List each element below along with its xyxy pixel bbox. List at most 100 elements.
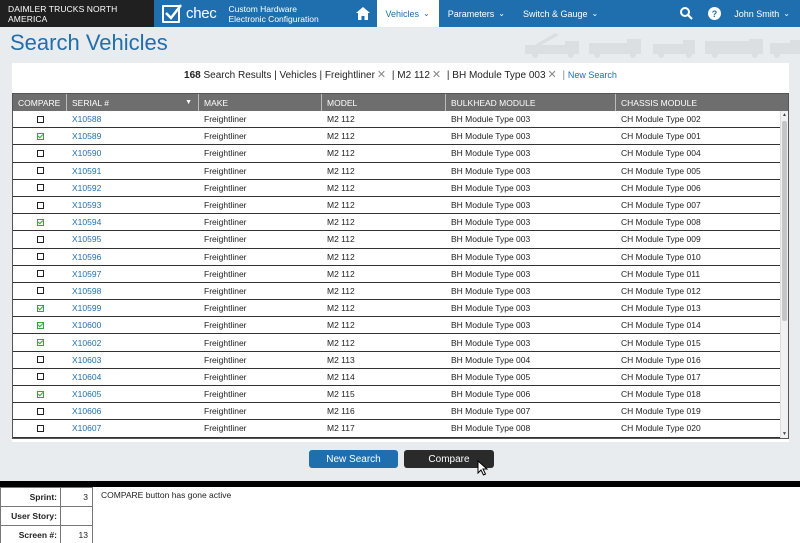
compare-cell [13,184,67,192]
table-row[interactable]: X10602 Freightliner M2 112 BH Module Type 0… [13,334,788,352]
compare-checkbox[interactable] [36,253,44,261]
app-logo[interactable]: chec Custom Hardware Electronic Configur… [154,0,347,27]
table-row[interactable]: X10604 Freightliner M2 114 BH Module Type 0… [13,369,788,386]
model-cell: M2 112 [327,303,355,314]
scroll-thumb[interactable] [782,121,787,321]
make-cell: Freightliner [204,251,247,262]
compare-checkbox[interactable] [36,201,44,209]
serial-link[interactable]: X10599 [67,303,199,313]
table-row[interactable]: X10607 Freightliner M2 117 BH Module Type 0… [13,420,788,438]
table-row[interactable]: X10605 Freightliner M2 115 BH Module Type 0… [13,386,788,404]
help-button[interactable]: ? [700,0,728,27]
new-search-button[interactable]: New Search [309,450,398,468]
compare-checkbox[interactable] [36,424,44,432]
chassis-cell: CH Module Type 014 [621,320,701,331]
compare-checkbox[interactable] [36,321,44,329]
table-row[interactable]: X10588 Freightliner M2 112 BH Module Type 0… [13,111,788,129]
compare-checkbox[interactable] [36,356,44,364]
new-search-link[interactable]: New Search [568,70,617,80]
close-icon[interactable]: ✕ [377,69,386,81]
table-row[interactable]: X10591 Freightliner M2 112 BH Module Type 0… [13,163,788,180]
bulkhead-cell: BH Module Type 003 [451,217,531,228]
table-row[interactable]: X10594 Freightliner M2 112 BH Module Type 0… [13,214,788,232]
compare-checkbox[interactable] [36,373,44,381]
model-cell: M2 112 [327,234,355,245]
compare-checkbox[interactable] [36,132,44,140]
serial-link[interactable]: X10589 [67,131,199,141]
table-row[interactable]: X10603 Freightliner M2 113 BH Module Type 0… [13,352,788,369]
search-summary: 168 Search Results | Vehicles | Freightl… [184,69,617,81]
header-compare[interactable]: COMPARE [13,94,67,111]
serial-link[interactable]: X10594 [67,217,199,227]
serial-link[interactable]: X10592 [67,183,199,193]
serial-link[interactable]: X10596 [67,252,199,262]
table-row[interactable]: X10600 Freightliner M2 112 BH Module Type 0… [13,317,788,335]
serial-link[interactable]: X10606 [67,406,199,416]
compare-checkbox[interactable] [36,339,44,347]
compare-checkbox[interactable] [36,115,44,123]
compare-checkbox[interactable] [36,407,44,415]
serial-link[interactable]: X10598 [67,286,199,296]
close-icon[interactable]: ✕ [432,69,441,81]
serial-link[interactable]: X10597 [67,269,199,279]
compare-checkbox[interactable] [36,149,44,157]
header-model[interactable]: MODEL [322,94,446,111]
header-make[interactable]: MAKE [199,94,322,111]
close-icon[interactable]: ✕ [548,69,557,81]
serial-link[interactable]: X10590 [67,148,199,158]
table-row[interactable]: X10598 Freightliner M2 112 BH Module Type 0… [13,283,788,301]
compare-checkbox[interactable] [36,304,44,312]
model-cell: M2 112 [327,268,355,279]
header-serial[interactable]: SERIAL # ▼ [67,94,199,111]
grid-scrollbar[interactable]: ▲ ▼ [780,111,788,438]
bulkhead-cell: BH Module Type 003 [451,285,531,296]
serial-link[interactable]: X10603 [67,355,199,365]
user-menu[interactable]: John Smith ⌄ [728,9,800,19]
nav-switch-gauge[interactable]: Switch & Gauge ⌄ [514,0,607,27]
table-row[interactable]: X10606 Freightliner M2 116 BH Module Type 0… [13,403,788,421]
help-icon: ? [707,7,721,20]
serial-link[interactable]: X10607 [67,423,199,433]
header-chassis[interactable]: CHASSIS MODULE [616,94,776,111]
make-cell: Freightliner [204,354,247,365]
compare-checkbox[interactable] [36,270,44,278]
table-row[interactable]: X10597 Freightliner M2 112 BH Module Type 0… [13,266,788,283]
serial-link[interactable]: X10595 [67,234,199,244]
serial-link[interactable]: X10604 [67,372,199,382]
table-row[interactable]: X10592 Freightliner M2 112 BH Module Type 0… [13,180,788,197]
page-title: Search Vehicles [10,30,168,55]
compare-checkbox[interactable] [36,167,44,175]
search-button[interactable] [672,0,700,27]
compare-checkbox[interactable] [36,218,44,226]
chassis-cell: CH Module Type 012 [621,285,701,296]
home-button[interactable] [349,0,377,27]
serial-link[interactable]: X10600 [67,320,199,330]
scroll-up-icon[interactable]: ▲ [782,112,787,118]
serial-link[interactable]: X10591 [67,166,199,176]
serial-link[interactable]: X10593 [67,200,199,210]
compare-checkbox[interactable] [36,184,44,192]
chassis-cell: CH Module Type 018 [621,389,701,400]
chassis-cell: CH Module Type 010 [621,251,701,262]
compare-cell [13,132,67,140]
nav-parameters[interactable]: Parameters ⌄ [439,0,514,27]
serial-link[interactable]: X10605 [67,389,199,399]
compare-checkbox[interactable] [36,390,44,398]
compare-checkbox[interactable] [36,287,44,295]
table-row[interactable]: X10589 Freightliner M2 112 BH Module Type 0… [13,128,788,146]
serial-link[interactable]: X10588 [67,114,199,124]
top-nav: DAIMLER TRUCKS NORTH AMERICA chec Custom… [0,0,800,27]
header-bulkhead[interactable]: BULKHEAD MODULE [446,94,616,111]
table-row[interactable]: X10599 Freightliner M2 112 BH Module Type 0… [13,300,788,318]
table-row[interactable]: X10596 Freightliner M2 112 BH Module Type 0… [13,249,788,266]
serial-link[interactable]: X10602 [67,338,199,348]
compare-cell [13,304,67,312]
table-row[interactable]: X10593 Freightliner M2 112 BH Module Type 0… [13,197,788,215]
nav-vehicles[interactable]: Vehicles ⌄ [376,0,439,27]
table-row[interactable]: X10595 Freightliner M2 112 BH Module Type 0… [13,231,788,249]
make-cell: Freightliner [204,285,247,296]
scroll-down-icon[interactable]: ▼ [782,431,787,437]
chevron-down-icon: ⌄ [498,9,505,18]
table-row[interactable]: X10590 Freightliner M2 112 BH Module Type 0… [13,145,788,163]
compare-checkbox[interactable] [36,235,44,243]
